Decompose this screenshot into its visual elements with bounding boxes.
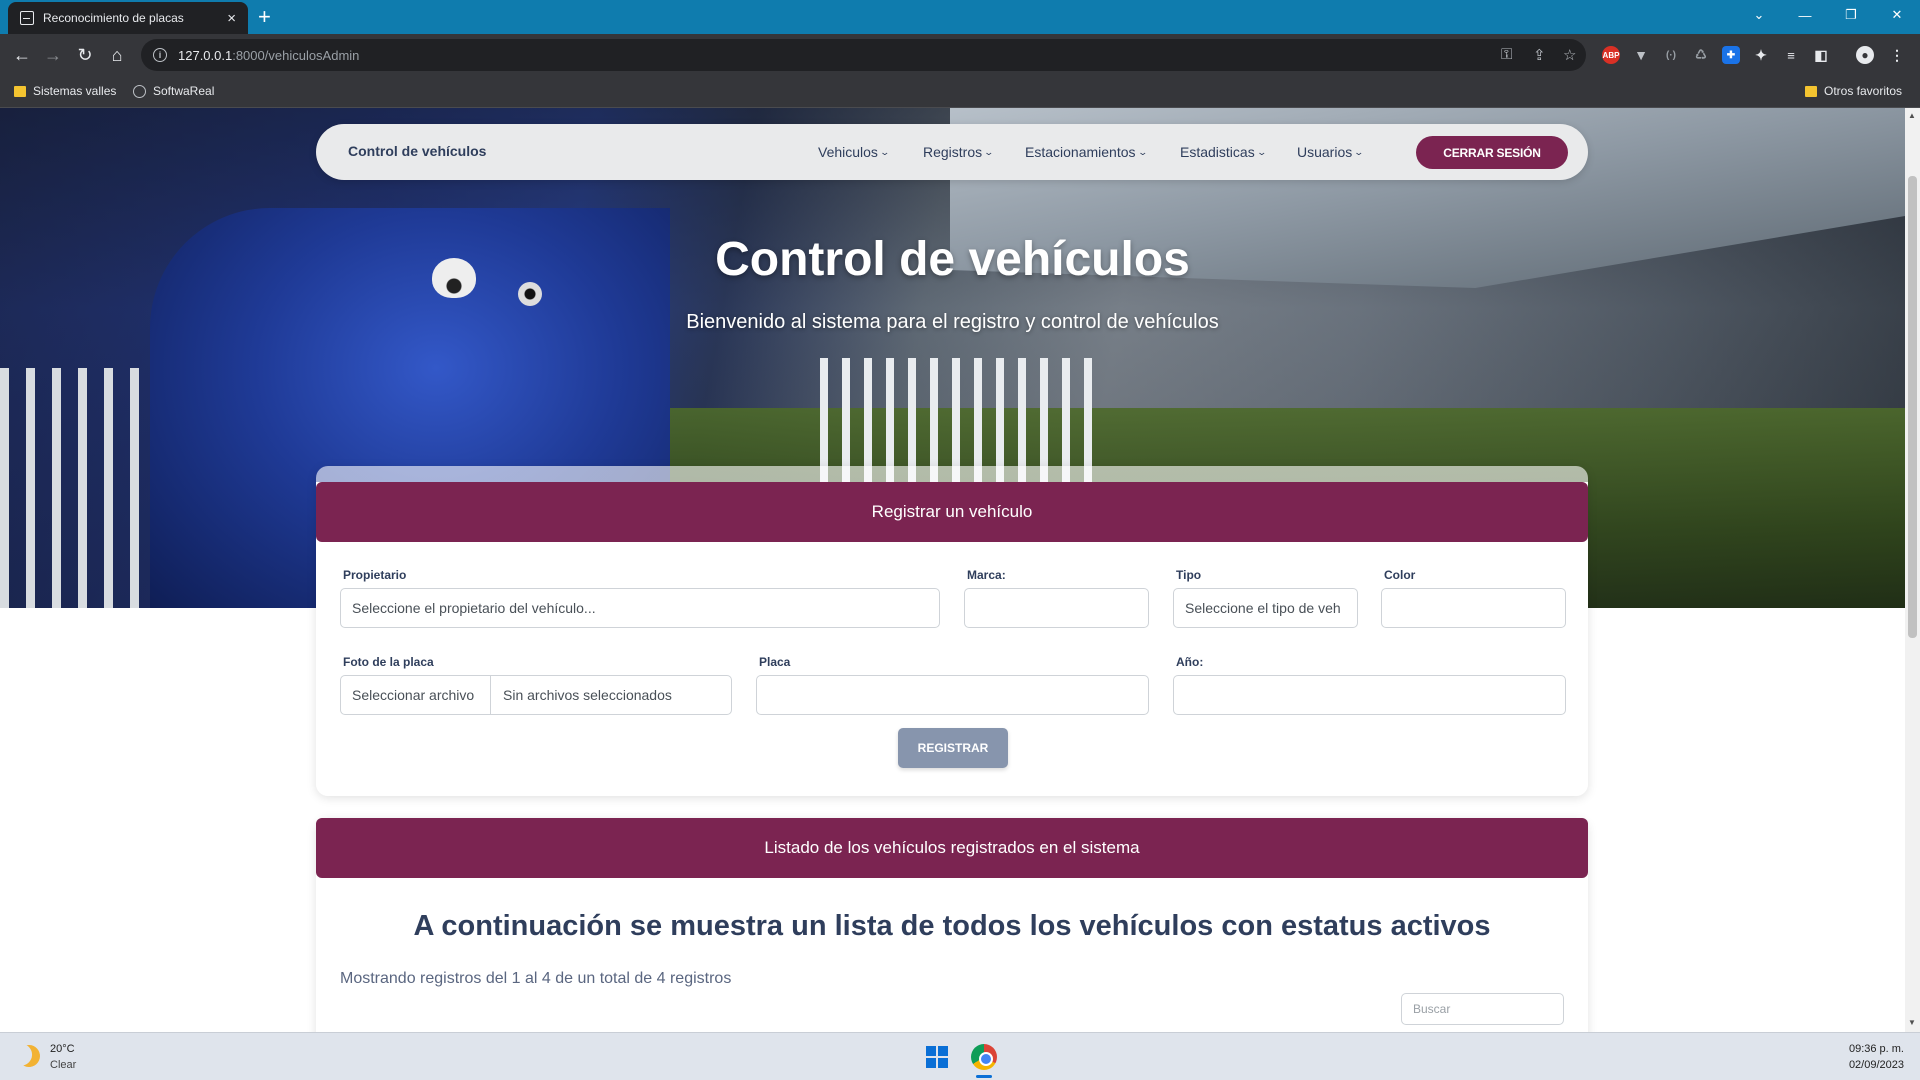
folder-icon bbox=[1805, 85, 1817, 97]
bookmark-sistemas-valles[interactable]: Sistemas valles bbox=[14, 84, 116, 98]
address-bar[interactable]: i 127.0.0.1:8000/vehiculosAdmin ⚿ ⇪ ☆ bbox=[141, 39, 1586, 71]
label-tipo: Tipo bbox=[1176, 568, 1202, 582]
records-info: Mostrando registros del 1 al 4 de un tot… bbox=[340, 970, 732, 987]
scroll-down-arrow-icon[interactable]: ▼ bbox=[1908, 1018, 1916, 1027]
bookmark-softwareal[interactable]: SoftwaReal bbox=[133, 84, 214, 98]
nav-item-estacionamientos[interactable]: Estacionamientos ⌄ bbox=[1025, 144, 1148, 160]
chevron-down-icon: ⌄ bbox=[879, 146, 890, 157]
hero-title: Control de vehículos bbox=[715, 233, 1190, 286]
scroll-up-arrow-icon[interactable]: ▲ bbox=[1908, 111, 1916, 120]
marca-input[interactable] bbox=[964, 588, 1149, 628]
home-icon[interactable]: ⌂ bbox=[104, 42, 130, 68]
other-bookmarks-folder[interactable]: Otros favoritos bbox=[1805, 84, 1902, 98]
forward-arrow-icon[interactable]: → bbox=[40, 42, 66, 68]
close-window-button[interactable]: ✕ bbox=[1874, 0, 1920, 30]
list-title: A continuación se muestra un lista de to… bbox=[413, 910, 1491, 942]
back-arrow-icon[interactable]: ← bbox=[9, 42, 35, 68]
chrome-taskbar-icon[interactable] bbox=[971, 1044, 997, 1070]
label-color: Color bbox=[1384, 568, 1416, 582]
register-vehicle-card: Registrar un vehículo Propietario Selecc… bbox=[316, 466, 1588, 796]
extension-radio-icon[interactable]: (·) bbox=[1662, 46, 1680, 64]
file-status-text: Sin archivos seleccionados bbox=[503, 687, 672, 703]
anio-input[interactable] bbox=[1173, 675, 1566, 715]
moon-weather-icon[interactable] bbox=[15, 1042, 43, 1070]
profile-avatar[interactable]: ● bbox=[1856, 46, 1874, 64]
weather-condition[interactable]: Clear bbox=[50, 1059, 76, 1071]
globe-icon bbox=[133, 84, 146, 98]
extensions-puzzle-icon[interactable]: ✦ bbox=[1752, 46, 1770, 64]
register-card-header: Registrar un vehículo bbox=[316, 482, 1588, 542]
chevron-down-icon: ⌄ bbox=[1137, 146, 1148, 157]
windows-start-icon[interactable] bbox=[926, 1046, 948, 1068]
clock-date[interactable]: 02/09/2023 bbox=[1849, 1059, 1904, 1071]
label-foto-placa: Foto de la placa bbox=[343, 655, 434, 669]
page-favicon-icon bbox=[20, 11, 34, 25]
tab-search-icon[interactable]: ⌄ bbox=[1736, 0, 1782, 30]
label-placa: Placa bbox=[759, 655, 791, 669]
active-app-indicator bbox=[976, 1075, 992, 1078]
color-input[interactable] bbox=[1381, 588, 1566, 628]
bookmark-star-icon[interactable]: ☆ bbox=[1563, 46, 1576, 64]
browser-toolbar: ← → ↻ ⌂ i 127.0.0.1:8000/vehiculosAdmin … bbox=[0, 34, 1920, 76]
chevron-down-icon: ⌄ bbox=[1353, 146, 1365, 157]
hero-subtitle: Bienvenido al sistema para el registro y… bbox=[686, 311, 1219, 333]
chevron-down-icon: ⌄ bbox=[983, 146, 995, 157]
reload-icon[interactable]: ↻ bbox=[72, 42, 98, 68]
browser-menu-icon[interactable]: ⋮ bbox=[1888, 46, 1906, 64]
site-info-icon[interactable]: i bbox=[153, 48, 167, 62]
vehicle-list-card: Listado de los vehículos registrados en … bbox=[316, 818, 1588, 1032]
extension-blue-icon[interactable]: ✚ bbox=[1722, 46, 1740, 64]
placa-input[interactable] bbox=[756, 675, 1149, 715]
minimize-button[interactable]: — bbox=[1782, 0, 1828, 30]
share-icon[interactable]: ⇪ bbox=[1533, 46, 1546, 64]
label-anio: Año: bbox=[1176, 655, 1204, 669]
label-propietario: Propietario bbox=[343, 568, 407, 582]
browser-tabbar: Reconocimiento de placas × + ⌄ — ❐ ✕ bbox=[0, 0, 1920, 34]
chevron-down-icon: ⌄ bbox=[1256, 146, 1267, 157]
nav-item-registros[interactable]: Registros ⌄ bbox=[923, 144, 995, 160]
clock-time[interactable]: 09:36 p. m. bbox=[1849, 1043, 1904, 1055]
weather-temperature[interactable]: 20°C bbox=[50, 1043, 75, 1055]
nav-item-usuarios[interactable]: Usuarios ⌄ bbox=[1297, 144, 1365, 160]
folder-icon bbox=[14, 85, 26, 97]
scrollbar-thumb[interactable] bbox=[1908, 176, 1917, 638]
navbar-brand[interactable]: Control de vehículos bbox=[348, 143, 486, 159]
side-panel-icon[interactable]: ◧ bbox=[1812, 46, 1830, 64]
windows-taskbar: 20°C Clear 09:36 p. m. 02/09/2023 bbox=[0, 1032, 1920, 1080]
reading-list-icon[interactable]: ≡ bbox=[1782, 46, 1800, 64]
key-icon[interactable]: ⚿ bbox=[1501, 46, 1512, 63]
bookmarks-bar: Sistemas valles SoftwaReal Otros favorit… bbox=[0, 76, 1920, 108]
page-viewport: Control de vehículos Vehiculos ⌄ Registro… bbox=[0, 108, 1905, 1032]
register-button[interactable]: REGISTRAR bbox=[898, 728, 1008, 768]
nav-item-estadisticas[interactable]: Estadisticas ⌄ bbox=[1180, 144, 1267, 160]
nav-item-vehiculos[interactable]: Vehiculos ⌄ bbox=[818, 144, 890, 160]
browser-tab[interactable]: Reconocimiento de placas × bbox=[8, 2, 248, 34]
recycle-extension-icon[interactable]: ♺ bbox=[1692, 46, 1710, 64]
propietario-select[interactable]: Seleccione el propietario del vehículo..… bbox=[340, 588, 940, 628]
list-card-header: Listado de los vehículos registrados en … bbox=[316, 818, 1588, 878]
site-navbar: Control de vehículos Vehiculos ⌄ Registro… bbox=[316, 124, 1588, 180]
new-tab-button[interactable]: + bbox=[258, 4, 271, 30]
url-text[interactable]: 127.0.0.1:8000/vehiculosAdmin bbox=[178, 48, 359, 63]
page-scrollbar[interactable]: ▲ ▼ bbox=[1905, 108, 1920, 1032]
vue-devtools-icon[interactable]: ▼ bbox=[1632, 46, 1650, 64]
label-marca: Marca: bbox=[967, 568, 1006, 582]
adblock-extension-icon[interactable]: ABP bbox=[1602, 46, 1620, 64]
restore-button[interactable]: ❐ bbox=[1828, 0, 1874, 30]
tipo-select[interactable]: Seleccione el tipo de veh bbox=[1173, 588, 1358, 628]
search-input[interactable]: Buscar bbox=[1401, 993, 1564, 1025]
foto-placa-file-input[interactable]: Seleccionar archivo Sin archivos selecci… bbox=[340, 675, 732, 715]
logout-button[interactable]: CERRAR SESIÓN bbox=[1416, 136, 1568, 169]
choose-file-button[interactable]: Seleccionar archivo bbox=[341, 676, 491, 714]
tab-title: Reconocimiento de placas bbox=[43, 11, 184, 25]
tab-close-icon[interactable]: × bbox=[227, 10, 236, 27]
